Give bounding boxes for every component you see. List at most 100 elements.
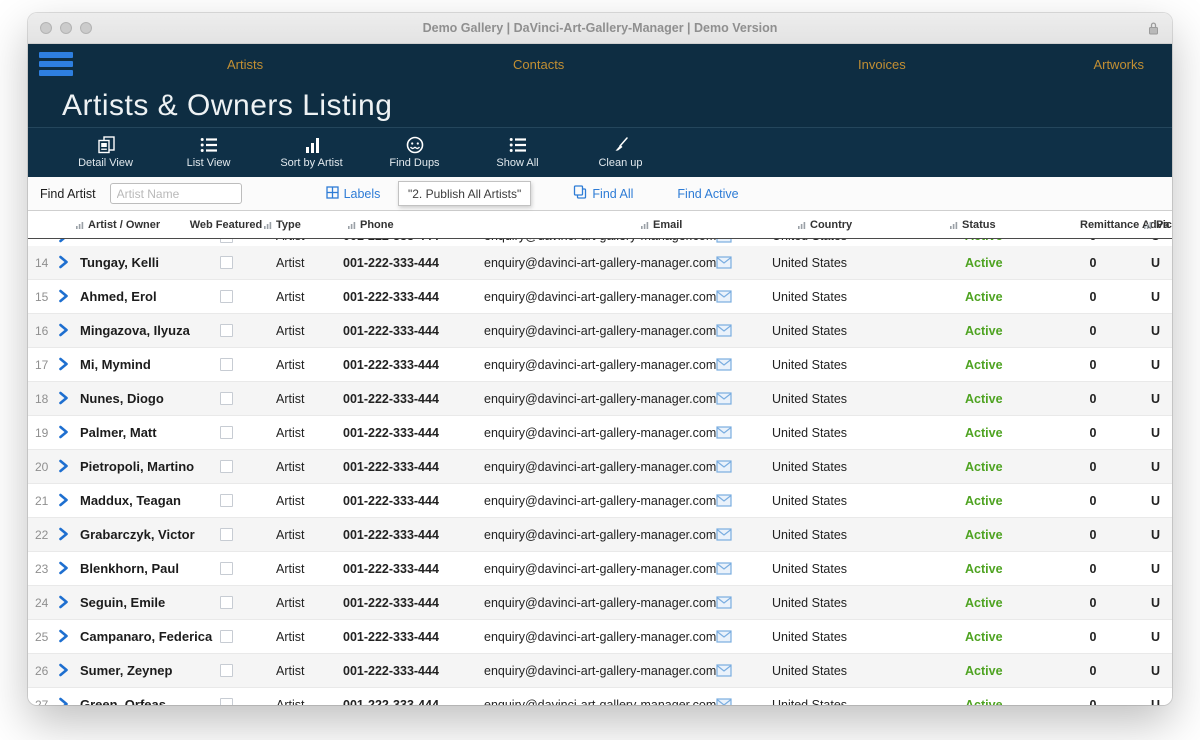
status-badge: Active (928, 630, 1058, 644)
header-type[interactable]: Type (254, 219, 318, 231)
open-record-chevron-icon[interactable] (58, 695, 76, 705)
remittance-advice-value: 0 (1058, 358, 1128, 372)
header-remittance-advice[interactable]: Remittance Advice (1058, 219, 1128, 231)
nav-item-artworks[interactable]: Artworks (1093, 57, 1144, 72)
header-phone[interactable]: Phone (318, 219, 456, 231)
artist-owner-name: Mi, Mymind (76, 357, 198, 372)
phone-value: 001-222-333-444 (318, 698, 456, 706)
remittance-advice-value: 0 (1058, 630, 1128, 644)
minimize-window-button[interactable] (60, 22, 72, 34)
send-email-envelope-icon[interactable] (708, 290, 740, 303)
send-email-envelope-icon[interactable] (708, 494, 740, 507)
open-record-chevron-icon[interactable] (58, 253, 76, 272)
send-email-envelope-icon[interactable] (708, 596, 740, 609)
table-row: 27 Green, Orfeas Artist 001-222-333-444 … (28, 688, 1172, 705)
send-email-envelope-icon[interactable] (708, 239, 740, 243)
nav-item-invoices[interactable]: Invoices (858, 57, 906, 72)
send-email-envelope-icon[interactable] (708, 528, 740, 541)
send-email-envelope-icon[interactable] (708, 630, 740, 643)
row-number: 16 (28, 324, 58, 338)
send-email-envelope-icon[interactable] (708, 664, 740, 677)
open-record-chevron-icon[interactable] (58, 627, 76, 646)
send-email-envelope-icon[interactable] (708, 392, 740, 405)
artist-type: Artist (254, 528, 318, 542)
payment-value: U (1128, 256, 1172, 270)
web-featured-checkbox[interactable] (220, 392, 233, 405)
send-email-envelope-icon[interactable] (708, 562, 740, 575)
artist-type: Artist (254, 562, 318, 576)
nav-item-contacts[interactable]: Contacts (513, 57, 564, 72)
nav-item-artists[interactable]: Artists (227, 57, 263, 72)
open-record-chevron-icon[interactable] (58, 525, 76, 544)
header-payment[interactable]: Pa (1128, 219, 1172, 231)
list-view-button[interactable]: List View (157, 136, 260, 169)
show-all-button[interactable]: Show All (466, 136, 569, 169)
open-record-chevron-icon[interactable] (58, 423, 76, 442)
phone-value: 001-222-333-444 (318, 494, 456, 508)
open-record-chevron-icon[interactable] (58, 321, 76, 340)
open-record-chevron-icon[interactable] (58, 287, 76, 306)
labels-button[interactable]: Labels (326, 186, 381, 202)
web-featured-checkbox[interactable] (220, 290, 233, 303)
row-number: 25 (28, 630, 58, 644)
status-badge: Active (928, 392, 1058, 406)
email-value: enquiry@davinci-art-gallery-manager.com (456, 664, 708, 678)
artist-name-input[interactable] (110, 183, 242, 204)
row-number: 14 (28, 256, 58, 270)
open-record-chevron-icon[interactable] (58, 491, 76, 510)
email-value: enquiry@davinci-art-gallery-manager.com (456, 239, 708, 243)
zoom-window-button[interactable] (80, 22, 92, 34)
open-record-chevron-icon[interactable] (58, 239, 76, 246)
artist-owner-name: Blenkhorn, Paul (76, 561, 198, 576)
web-featured-checkbox[interactable] (220, 256, 233, 269)
web-featured-checkbox[interactable] (220, 324, 233, 337)
header-status[interactable]: Status (928, 219, 1058, 231)
clean-up-button[interactable]: Clean up (569, 136, 672, 169)
web-featured-checkbox[interactable] (220, 528, 233, 541)
find-dups-button[interactable]: Find Dups (363, 136, 466, 169)
web-featured-checkbox[interactable] (220, 664, 233, 677)
find-all-button[interactable]: Find All (573, 185, 633, 202)
open-record-chevron-icon[interactable] (58, 355, 76, 374)
open-record-chevron-icon[interactable] (58, 389, 76, 408)
send-email-envelope-icon[interactable] (708, 460, 740, 473)
remittance-advice-value: 0 (1058, 239, 1128, 243)
web-featured-checkbox[interactable] (220, 698, 233, 705)
web-featured-checkbox[interactable] (220, 630, 233, 643)
send-email-envelope-icon[interactable] (708, 324, 740, 337)
header-artist-owner[interactable]: Artist / Owner (76, 219, 198, 231)
phone-value: 001-222-333-444 (318, 358, 456, 372)
open-record-chevron-icon[interactable] (58, 559, 76, 578)
country-value: United States (740, 426, 928, 440)
open-record-chevron-icon[interactable] (58, 593, 76, 612)
web-featured-checkbox[interactable] (220, 239, 233, 243)
web-featured-checkbox[interactable] (220, 460, 233, 473)
row-number: 24 (28, 596, 58, 610)
send-email-envelope-icon[interactable] (708, 256, 740, 269)
web-featured-checkbox[interactable] (220, 596, 233, 609)
find-active-button[interactable]: Find Active (677, 187, 738, 201)
send-email-envelope-icon[interactable] (708, 426, 740, 439)
web-featured-checkbox[interactable] (220, 426, 233, 439)
sort-icon (641, 221, 649, 229)
send-email-envelope-icon[interactable] (708, 358, 740, 371)
email-value: enquiry@davinci-art-gallery-manager.com (456, 698, 708, 706)
detail-view-button[interactable]: Detail View (54, 136, 157, 169)
web-featured-checkbox[interactable] (220, 562, 233, 575)
country-value: United States (740, 460, 928, 474)
menu-icon[interactable] (39, 52, 73, 79)
header-country[interactable]: Country (740, 219, 928, 231)
artist-type: Artist (254, 256, 318, 270)
sort-icon (1144, 221, 1152, 229)
sort-by-artist-button[interactable]: Sort by Artist (260, 136, 363, 169)
country-value: United States (740, 358, 928, 372)
web-featured-checkbox[interactable] (220, 494, 233, 507)
header-email[interactable]: Email (456, 219, 708, 231)
close-window-button[interactable] (40, 22, 52, 34)
open-record-chevron-icon[interactable] (58, 457, 76, 476)
open-record-chevron-icon[interactable] (58, 661, 76, 680)
publish-all-artists-menu-item[interactable]: "2. Publish All Artists" (398, 181, 531, 206)
web-featured-checkbox[interactable] (220, 358, 233, 371)
traffic-lights[interactable] (40, 22, 92, 34)
send-email-envelope-icon[interactable] (708, 698, 740, 705)
